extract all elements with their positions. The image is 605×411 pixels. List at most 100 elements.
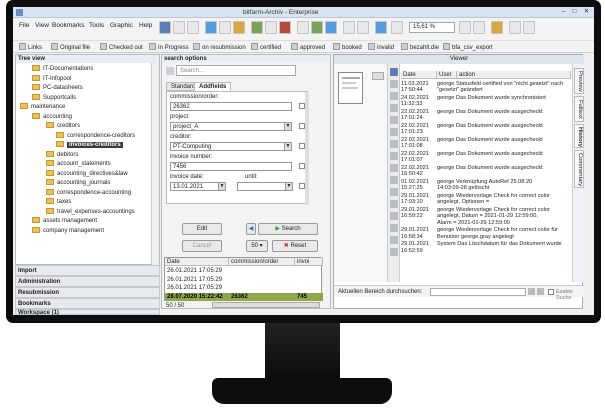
select-icon[interactable]	[390, 92, 398, 100]
tree-item[interactable]: Supportcalls	[32, 93, 76, 102]
tree-item[interactable]: account_statements	[46, 160, 111, 168]
page-icon[interactable]	[343, 21, 355, 34]
column-header[interactable]: action	[457, 71, 571, 79]
layout-icon[interactable]	[523, 21, 535, 34]
filter-checked-out[interactable]: Checked out	[100, 43, 143, 51]
history-row[interactable]: 22.02.2021 17:01:07 george Das Dokument wu…	[401, 151, 571, 164]
filter-certified[interactable]: certified	[251, 43, 281, 51]
result-count-select[interactable]: 50 ▾	[246, 240, 268, 252]
tree-item[interactable]: invoices-creditors	[56, 141, 123, 149]
zoom-input[interactable]: 15,61 %	[409, 22, 455, 33]
chevron-down-icon[interactable]: ▼	[284, 123, 291, 130]
search-input[interactable]: Search...	[176, 65, 296, 76]
search-button[interactable]: ▶ Search	[258, 223, 318, 235]
history-row[interactable]: 22.02.2021 16:50:42 george Das Dokument wu…	[401, 165, 571, 178]
history-row[interactable]: 11.03.2021 17:50:44 george Statusfeld cert…	[401, 81, 571, 94]
fulltext-input[interactable]	[430, 288, 526, 296]
column-header[interactable]: Date	[401, 71, 437, 79]
accordion-workspace[interactable]: Workspace (1)	[15, 309, 160, 315]
stamp-icon[interactable]	[390, 128, 398, 136]
filter-booked[interactable]: booked	[333, 43, 362, 51]
zoom-out-icon[interactable]	[459, 21, 471, 34]
history-row[interactable]: 22.02.2021 17:01:08 george Das Dokument wu…	[401, 137, 571, 150]
back-arrow-icon[interactable]: ◀	[246, 223, 256, 235]
column-header[interactable]: commission/order	[229, 258, 295, 266]
tree-item[interactable]: correspondence-accounting	[46, 188, 131, 197]
chevron-down-icon[interactable]: ▼	[218, 183, 225, 190]
accordion-bookmarks[interactable]: Bookmarks	[15, 298, 160, 309]
pointer-icon[interactable]	[390, 68, 398, 76]
creditor-field[interactable]: PT-Computing ▼	[170, 142, 292, 151]
project-field[interactable]: project_A ▼	[170, 122, 292, 131]
thumb-dropdown-icon[interactable]	[372, 72, 384, 80]
history-row[interactable]: 29.01.2021 17:03:10 george Wiedervorlage C…	[401, 193, 571, 206]
info-icon[interactable]	[325, 21, 337, 34]
tree-item[interactable]: assets management	[32, 217, 97, 225]
note-icon[interactable]	[390, 116, 398, 124]
table-row[interactable]: 26.01.2021 17:05:29	[165, 267, 323, 275]
filter-bfa-csv-export[interactable]: bfa_csv_export	[443, 43, 493, 51]
tree-item[interactable]: accounting	[32, 112, 72, 121]
bookmark-icon[interactable]	[491, 21, 503, 34]
forward-icon[interactable]	[375, 21, 387, 34]
rotate-icon[interactable]	[357, 21, 369, 34]
history-row[interactable]: 24.02.2021 11:32:33 george Das Dokument wu…	[401, 95, 571, 108]
zoom-in-icon[interactable]	[473, 21, 485, 34]
zoom-icon[interactable]	[391, 21, 403, 34]
tree-item[interactable]: maintenance	[20, 103, 65, 111]
tree-item[interactable]: creditors	[46, 122, 80, 130]
tab-addfields[interactable]: Addfields	[194, 82, 232, 91]
table-row[interactable]: 28.07.2020 15:22:42 26362 745	[165, 292, 323, 301]
list-view-icon[interactable]	[173, 21, 185, 34]
page-thumbnail[interactable]	[338, 72, 363, 104]
rectangle-icon[interactable]	[390, 164, 398, 172]
invoice-date-field[interactable]: 13.01.2021 ▼	[170, 182, 226, 191]
prev-result-icon[interactable]	[528, 288, 535, 295]
highlight-icon[interactable]	[390, 140, 398, 148]
menu-view[interactable]: View	[35, 22, 49, 29]
menu-bookmarks[interactable]: Bookmarks	[52, 22, 85, 29]
barcode-icon[interactable]	[297, 21, 309, 34]
tree-item[interactable]: taxes	[46, 198, 71, 206]
maximize-icon[interactable]: □	[570, 8, 579, 16]
arrow-icon[interactable]	[390, 188, 398, 196]
document-icon[interactable]	[265, 21, 277, 34]
tab-commentary[interactable]: Commentary	[574, 150, 584, 188]
chevron-down-icon[interactable]: ▼	[285, 183, 292, 190]
sign-icon[interactable]	[390, 236, 398, 244]
filter-invalid[interactable]: invalid	[368, 43, 394, 51]
tree-scrollbar[interactable]	[151, 63, 159, 266]
minimize-icon[interactable]: –	[559, 8, 568, 16]
history-row[interactable]: 22.02.2021 17:01:24 george Das Dokument wu…	[401, 109, 571, 122]
print-icon[interactable]	[219, 21, 231, 34]
edit-button[interactable]: Edit	[182, 223, 222, 235]
chevron-down-icon[interactable]: ▼	[284, 143, 291, 150]
accordion-resubmission[interactable]: Resubmission	[15, 287, 160, 298]
tree-item[interactable]: debitors	[46, 150, 78, 159]
table-row[interactable]: 26.01.2021 17:05:29	[165, 284, 323, 292]
filter-links[interactable]: Links	[19, 43, 42, 51]
history-row[interactable]: 29.01.2021 16:59:22 george Wiedervorlage C…	[401, 207, 571, 226]
table-view-icon[interactable]	[187, 21, 199, 34]
tree-item[interactable]: IT-Infopool	[32, 74, 71, 83]
tree-item[interactable]: company management	[32, 226, 104, 235]
settings-icon[interactable]	[509, 21, 521, 34]
zoom-area-icon[interactable]	[390, 104, 398, 112]
ocr-icon[interactable]	[390, 248, 398, 256]
menu-tools[interactable]: Tools	[89, 22, 104, 29]
column-header[interactable]: invoi	[295, 258, 323, 266]
accordion-administration[interactable]: Administration	[15, 276, 160, 287]
history-row[interactable]: 29.01.2021 16:52:59 System Das Löschdatum …	[401, 241, 571, 254]
history-row[interactable]: 01.02.2021 15:27:25 george Verknüpfung Aut…	[401, 179, 571, 192]
edit-icon[interactable]	[251, 21, 263, 34]
column-header[interactable]: User	[437, 71, 457, 79]
results-hscrollbar[interactable]	[212, 302, 320, 308]
export-icon[interactable]	[311, 21, 323, 34]
tree-item[interactable]: travel_expenses-accountings	[46, 207, 135, 216]
line-icon[interactable]	[390, 152, 398, 160]
redact-icon[interactable]	[390, 212, 398, 220]
grid-view-icon[interactable]	[159, 21, 171, 34]
text-icon[interactable]	[390, 176, 398, 184]
filter-in-progress[interactable]: In Progress	[149, 43, 189, 51]
tab-preview[interactable]: Preview	[574, 68, 584, 94]
